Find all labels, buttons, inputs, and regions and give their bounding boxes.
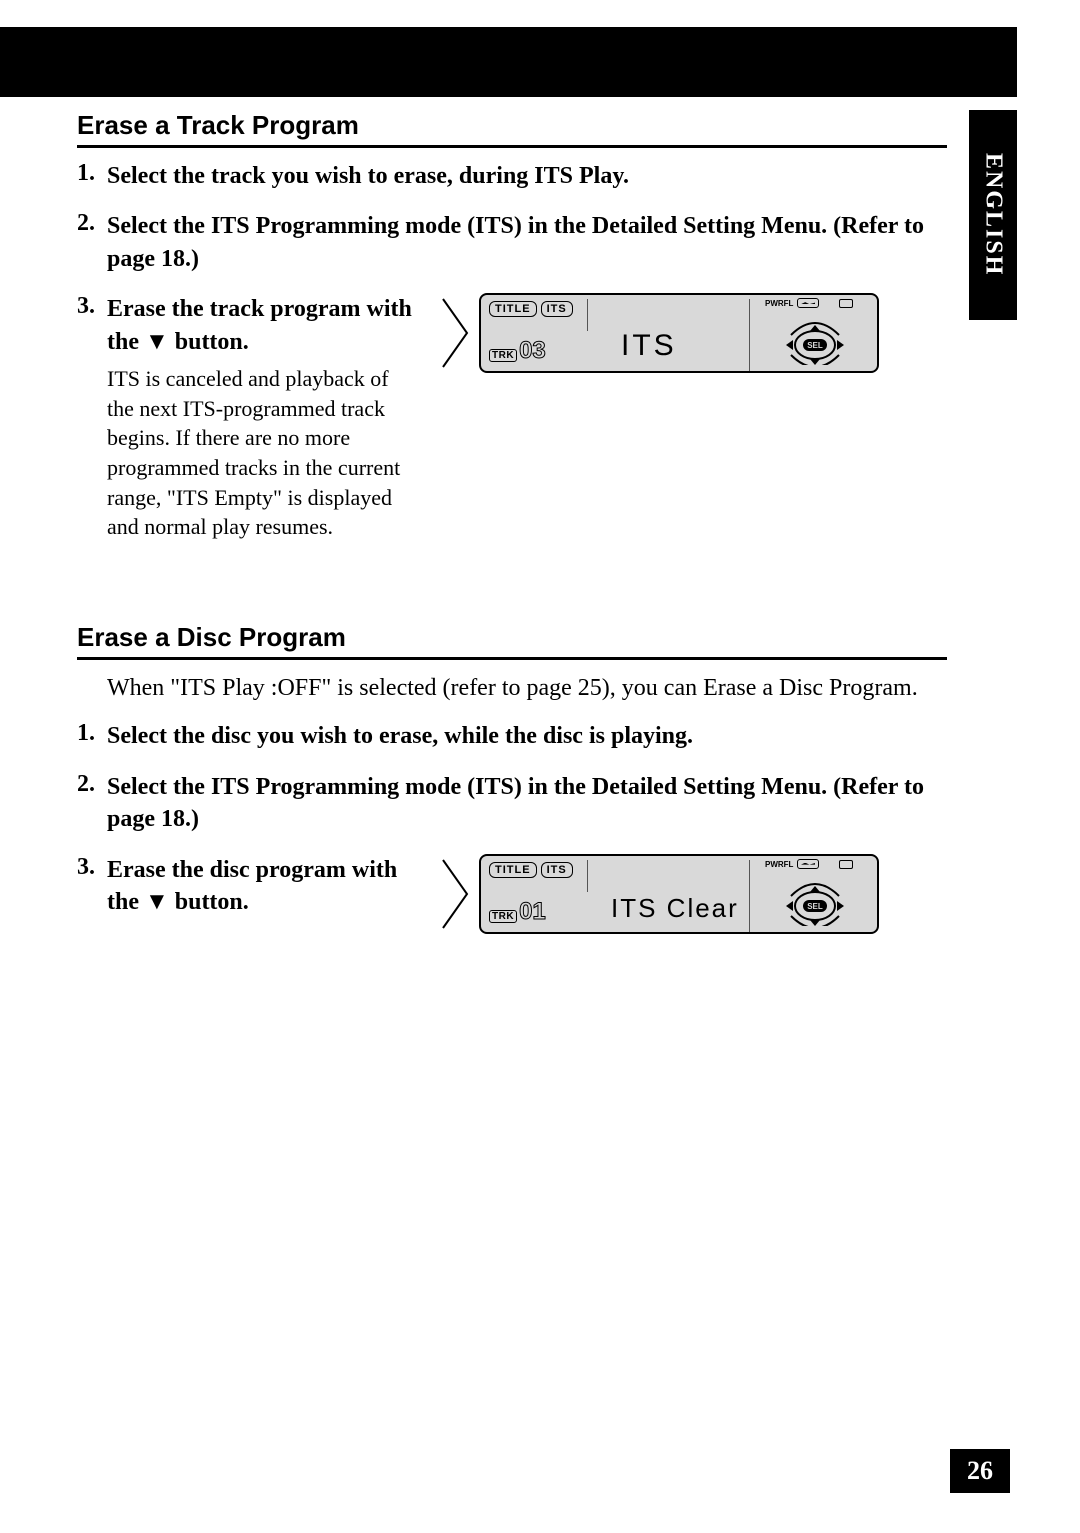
- pointer-icon: [437, 854, 473, 932]
- section-intro: When "ITS Play :OFF" is selected (refer …: [107, 672, 947, 704]
- eq-icon: [797, 859, 819, 869]
- pointer-icon: [437, 293, 473, 371]
- pwrfl-label: PWRFL: [765, 299, 793, 308]
- title-pill: TITLE: [489, 862, 537, 878]
- divider: [587, 860, 588, 892]
- indicator-icon: [839, 299, 853, 308]
- step-item: Erase the track program with the ▼ butto…: [77, 293, 947, 542]
- steps-list-2: Select the disc you wish to erase, while…: [77, 720, 947, 933]
- steps-list-1: Select the track you wish to erase, duri…: [77, 160, 947, 542]
- trk-number: 01: [519, 898, 546, 926]
- step-text: Erase the disc program with the ▼ button…: [107, 854, 417, 919]
- step-text: Select the disc you wish to erase, while…: [107, 720, 947, 752]
- step-text: Select the track you wish to erase, duri…: [107, 160, 947, 192]
- section-heading-erase-disc: Erase a Disc Program: [77, 622, 947, 660]
- display-figure-1: TITLE ITS TRK 03 ITS PWRFL: [437, 293, 887, 373]
- indicator-icon: [839, 860, 853, 869]
- language-tab: ENGLISH: [969, 110, 1017, 320]
- eq-icon: [797, 298, 819, 308]
- divider: [587, 299, 588, 331]
- its-pill: ITS: [541, 862, 573, 878]
- section-heading-erase-track: Erase a Track Program: [77, 110, 947, 148]
- control-cluster: PWRFL: [761, 299, 871, 369]
- trk-label: TRK: [489, 910, 517, 923]
- step-item: Erase the disc program with the ▼ button…: [77, 854, 947, 934]
- title-pill: TITLE: [489, 301, 537, 317]
- display-figure-2: TITLE ITS TRK 01 ITS Clear PWRFL: [437, 854, 887, 934]
- step-text: Select the ITS Programming mode (ITS) in…: [107, 771, 947, 836]
- display-main-text: ITS: [621, 329, 677, 363]
- page-content: Erase a Track Program Select the track y…: [77, 110, 947, 952]
- step-item: Select the disc you wish to erase, while…: [77, 720, 947, 752]
- header-black-bar: [0, 27, 1017, 97]
- display-main-text: ITS Clear: [611, 893, 739, 924]
- step-item: Select the ITS Programming mode (ITS) in…: [77, 771, 947, 836]
- step-item: Select the ITS Programming mode (ITS) in…: [77, 210, 947, 275]
- step-text: Select the ITS Programming mode (ITS) in…: [107, 210, 947, 275]
- lcd-display: TITLE ITS TRK 01 ITS Clear PWRFL: [479, 854, 879, 934]
- step-text: Erase the track program with the ▼ butto…: [107, 293, 417, 358]
- page-number: 26: [950, 1449, 1010, 1493]
- page-number-text: 26: [967, 1456, 993, 1486]
- svg-text:SEL: SEL: [807, 902, 823, 911]
- divider: [749, 299, 750, 371]
- control-cluster: PWRFL: [761, 860, 871, 930]
- step-note: ITS is canceled and playback of the next…: [107, 364, 417, 542]
- lcd-display: TITLE ITS TRK 03 ITS PWRFL: [479, 293, 879, 373]
- sel-wheel-icon: SEL: [779, 876, 851, 926]
- language-label: ENGLISH: [980, 153, 1007, 276]
- divider: [749, 860, 750, 932]
- its-pill: ITS: [541, 301, 573, 317]
- pwrfl-label: PWRFL: [765, 860, 793, 869]
- sel-wheel-icon: SEL: [779, 315, 851, 365]
- trk-label: TRK: [489, 349, 517, 362]
- svg-text:SEL: SEL: [807, 341, 823, 350]
- trk-number: 03: [519, 337, 546, 365]
- step-item: Select the track you wish to erase, duri…: [77, 160, 947, 192]
